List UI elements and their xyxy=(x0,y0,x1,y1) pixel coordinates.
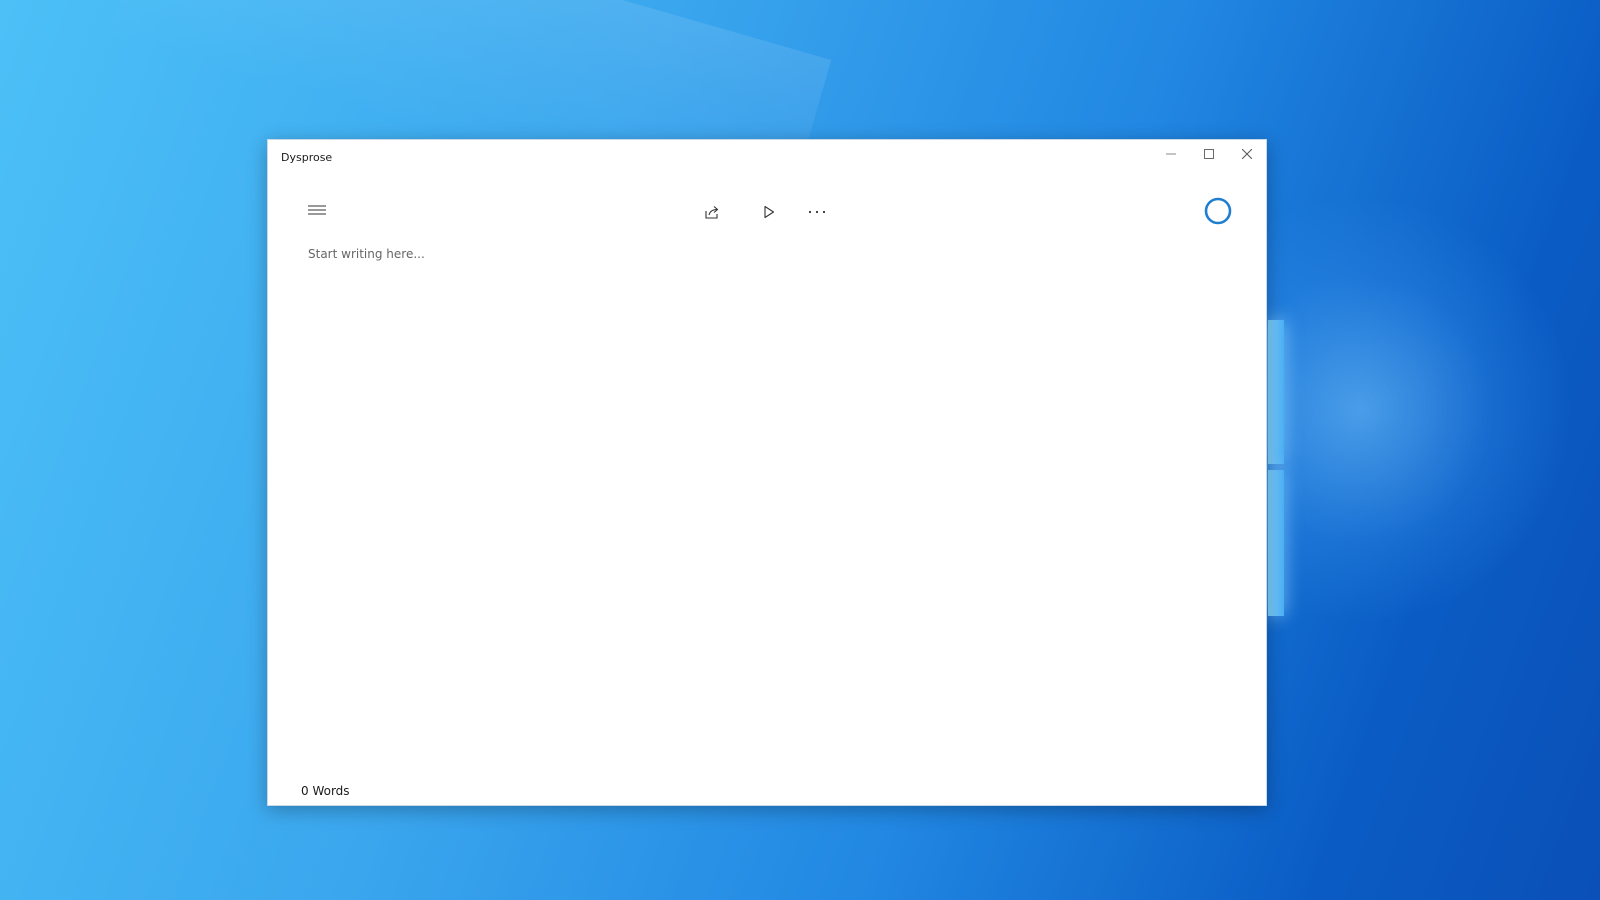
maximize-button[interactable] xyxy=(1190,140,1228,168)
status-ring-button[interactable] xyxy=(1201,194,1235,228)
app-window: Dysprose Start writing here... 0 Words xyxy=(267,139,1267,806)
word-count: 0 Words xyxy=(301,784,350,798)
play-icon xyxy=(764,205,775,219)
share-icon xyxy=(705,206,719,219)
windows-logo-pane-top xyxy=(1268,320,1284,464)
title-bar[interactable]: Dysprose xyxy=(268,140,1266,174)
minimize-button[interactable] xyxy=(1152,140,1190,168)
editor-textarea[interactable] xyxy=(308,247,1228,747)
minimize-icon xyxy=(1166,153,1176,155)
toolbar xyxy=(268,190,1266,234)
close-button[interactable] xyxy=(1228,140,1266,168)
more-options-icon xyxy=(808,210,826,214)
window-controls xyxy=(1152,140,1266,168)
hamburger-menu-icon xyxy=(308,205,326,215)
menu-button[interactable] xyxy=(301,194,333,226)
close-icon xyxy=(1242,149,1252,159)
share-button[interactable] xyxy=(696,196,728,228)
more-options-button[interactable] xyxy=(801,196,833,228)
app-title: Dysprose xyxy=(281,151,333,164)
windows-logo-pane-bottom xyxy=(1268,470,1284,616)
play-button[interactable] xyxy=(753,196,785,228)
circle-ring-icon xyxy=(1204,197,1232,225)
desktop-background: Dysprose Start writing here... 0 Words xyxy=(0,0,1600,900)
maximize-icon xyxy=(1204,149,1214,159)
